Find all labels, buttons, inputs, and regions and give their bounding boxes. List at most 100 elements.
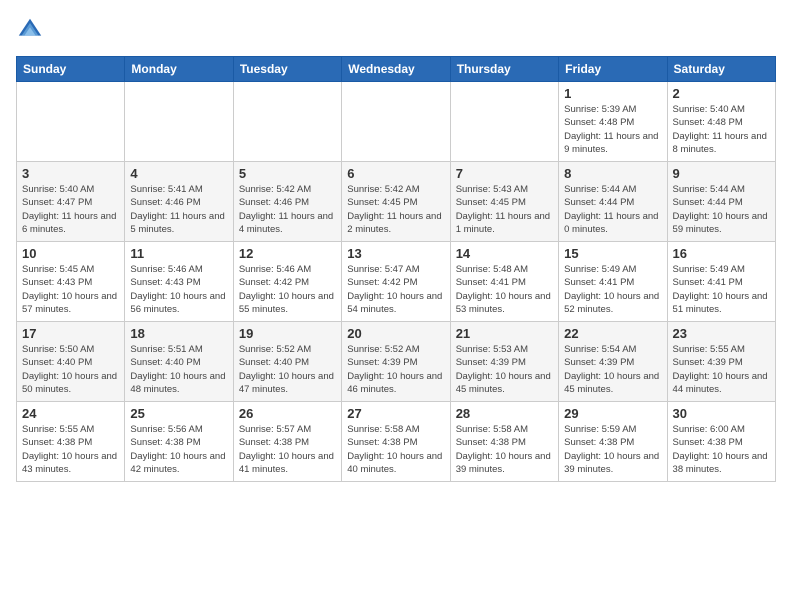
- calendar-cell: 26 Sunrise: 5:57 AM Sunset: 4:38 PM Dayli…: [233, 402, 341, 482]
- day-number: 8: [564, 166, 661, 181]
- col-header-wednesday: Wednesday: [342, 57, 450, 82]
- day-info: Sunrise: 5:49 AM Sunset: 4:41 PM Dayligh…: [564, 263, 661, 316]
- calendar-week-5: 24 Sunrise: 5:55 AM Sunset: 4:38 PM Dayli…: [17, 402, 776, 482]
- calendar-cell: 19 Sunrise: 5:52 AM Sunset: 4:40 PM Dayli…: [233, 322, 341, 402]
- col-header-monday: Monday: [125, 57, 233, 82]
- day-number: 13: [347, 246, 444, 261]
- calendar-header: SundayMondayTuesdayWednesdayThursdayFrid…: [17, 57, 776, 82]
- day-info: Sunrise: 5:39 AM Sunset: 4:48 PM Dayligh…: [564, 103, 661, 156]
- calendar-cell: 12Sunrise: 5:46 AM Sunset: 4:42 PM Dayli…: [233, 242, 341, 322]
- calendar-cell: 9Sunrise: 5:44 AM Sunset: 4:44 PM Daylig…: [667, 162, 775, 242]
- calendar-cell: 21 Sunrise: 5:53 AM Sunset: 4:39 PM Dayli…: [450, 322, 558, 402]
- day-info: Sunrise: 5:44 AM Sunset: 4:44 PM Dayligh…: [673, 183, 770, 236]
- day-info: Sunrise: 5:46 AM Sunset: 4:43 PM Dayligh…: [130, 263, 227, 316]
- col-header-tuesday: Tuesday: [233, 57, 341, 82]
- day-number: 11: [130, 246, 227, 261]
- calendar-cell: 30 Sunrise: 6:00 AM Sunset: 4:38 PM Dayli…: [667, 402, 775, 482]
- day-info: Sunrise: 6:00 AM Sunset: 4:38 PM Dayligh…: [673, 423, 770, 476]
- calendar-cell: 1 Sunrise: 5:39 AM Sunset: 4:48 PM Daylig…: [559, 82, 667, 162]
- day-number: 7: [456, 166, 553, 181]
- calendar-cell: [450, 82, 558, 162]
- day-number: 4: [130, 166, 227, 181]
- day-number: 12: [239, 246, 336, 261]
- day-info: Sunrise: 5:56 AM Sunset: 4:38 PM Dayligh…: [130, 423, 227, 476]
- day-number: 27: [347, 406, 444, 421]
- day-info: Sunrise: 5:55 AM Sunset: 4:39 PM Dayligh…: [673, 343, 770, 396]
- day-number: 19: [239, 326, 336, 341]
- calendar-body: 1 Sunrise: 5:39 AM Sunset: 4:48 PM Daylig…: [17, 82, 776, 482]
- day-number: 5: [239, 166, 336, 181]
- day-number: 16: [673, 246, 770, 261]
- day-number: 21: [456, 326, 553, 341]
- logo: [16, 16, 48, 44]
- calendar-cell: 4 Sunrise: 5:41 AM Sunset: 4:46 PM Daylig…: [125, 162, 233, 242]
- calendar-cell: 18 Sunrise: 5:51 AM Sunset: 4:40 PM Dayli…: [125, 322, 233, 402]
- day-number: 24: [22, 406, 119, 421]
- calendar-week-3: 10 Sunrise: 5:45 AM Sunset: 4:43 PM Dayli…: [17, 242, 776, 322]
- calendar-cell: 17Sunrise: 5:50 AM Sunset: 4:40 PM Dayli…: [17, 322, 125, 402]
- calendar-cell: [125, 82, 233, 162]
- header-row: SundayMondayTuesdayWednesdayThursdayFrid…: [17, 57, 776, 82]
- day-number: 6: [347, 166, 444, 181]
- day-info: Sunrise: 5:54 AM Sunset: 4:39 PM Dayligh…: [564, 343, 661, 396]
- day-info: Sunrise: 5:59 AM Sunset: 4:38 PM Dayligh…: [564, 423, 661, 476]
- day-info: Sunrise: 5:43 AM Sunset: 4:45 PM Dayligh…: [456, 183, 553, 236]
- logo-icon: [16, 16, 44, 44]
- day-number: 2: [673, 86, 770, 101]
- col-header-sunday: Sunday: [17, 57, 125, 82]
- calendar-cell: [342, 82, 450, 162]
- day-number: 10: [22, 246, 119, 261]
- calendar-cell: 2 Sunrise: 5:40 AM Sunset: 4:48 PM Daylig…: [667, 82, 775, 162]
- calendar-cell: 15 Sunrise: 5:49 AM Sunset: 4:41 PM Dayli…: [559, 242, 667, 322]
- calendar-week-2: 3Sunrise: 5:40 AM Sunset: 4:47 PM Daylig…: [17, 162, 776, 242]
- calendar-cell: 27 Sunrise: 5:58 AM Sunset: 4:38 PM Dayli…: [342, 402, 450, 482]
- day-number: 23: [673, 326, 770, 341]
- day-number: 1: [564, 86, 661, 101]
- day-number: 20: [347, 326, 444, 341]
- calendar-week-1: 1 Sunrise: 5:39 AM Sunset: 4:48 PM Daylig…: [17, 82, 776, 162]
- calendar-cell: 7 Sunrise: 5:43 AM Sunset: 4:45 PM Daylig…: [450, 162, 558, 242]
- calendar-cell: 6 Sunrise: 5:42 AM Sunset: 4:45 PM Daylig…: [342, 162, 450, 242]
- col-header-saturday: Saturday: [667, 57, 775, 82]
- day-info: Sunrise: 5:42 AM Sunset: 4:45 PM Dayligh…: [347, 183, 444, 236]
- col-header-friday: Friday: [559, 57, 667, 82]
- day-number: 25: [130, 406, 227, 421]
- calendar-week-4: 17Sunrise: 5:50 AM Sunset: 4:40 PM Dayli…: [17, 322, 776, 402]
- day-info: Sunrise: 5:52 AM Sunset: 4:40 PM Dayligh…: [239, 343, 336, 396]
- day-number: 28: [456, 406, 553, 421]
- day-number: 26: [239, 406, 336, 421]
- day-number: 18: [130, 326, 227, 341]
- calendar-cell: 16 Sunrise: 5:49 AM Sunset: 4:41 PM Dayli…: [667, 242, 775, 322]
- day-number: 29: [564, 406, 661, 421]
- day-info: Sunrise: 5:44 AM Sunset: 4:44 PM Dayligh…: [564, 183, 661, 236]
- day-number: 17: [22, 326, 119, 341]
- calendar-cell: 20 Sunrise: 5:52 AM Sunset: 4:39 PM Dayli…: [342, 322, 450, 402]
- day-info: Sunrise: 5:57 AM Sunset: 4:38 PM Dayligh…: [239, 423, 336, 476]
- day-number: 3: [22, 166, 119, 181]
- day-info: Sunrise: 5:55 AM Sunset: 4:38 PM Dayligh…: [22, 423, 119, 476]
- col-header-thursday: Thursday: [450, 57, 558, 82]
- calendar-cell: 29 Sunrise: 5:59 AM Sunset: 4:38 PM Dayli…: [559, 402, 667, 482]
- day-info: Sunrise: 5:58 AM Sunset: 4:38 PM Dayligh…: [347, 423, 444, 476]
- calendar-cell: 5 Sunrise: 5:42 AM Sunset: 4:46 PM Daylig…: [233, 162, 341, 242]
- day-info: Sunrise: 5:51 AM Sunset: 4:40 PM Dayligh…: [130, 343, 227, 396]
- day-info: Sunrise: 5:41 AM Sunset: 4:46 PM Dayligh…: [130, 183, 227, 236]
- day-number: 22: [564, 326, 661, 341]
- day-info: Sunrise: 5:42 AM Sunset: 4:46 PM Dayligh…: [239, 183, 336, 236]
- day-info: Sunrise: 5:49 AM Sunset: 4:41 PM Dayligh…: [673, 263, 770, 316]
- day-info: Sunrise: 5:48 AM Sunset: 4:41 PM Dayligh…: [456, 263, 553, 316]
- day-info: Sunrise: 5:53 AM Sunset: 4:39 PM Dayligh…: [456, 343, 553, 396]
- day-info: Sunrise: 5:45 AM Sunset: 4:43 PM Dayligh…: [22, 263, 119, 316]
- day-number: 30: [673, 406, 770, 421]
- calendar-cell: [17, 82, 125, 162]
- page-header: [16, 16, 776, 44]
- day-info: Sunrise: 5:40 AM Sunset: 4:48 PM Dayligh…: [673, 103, 770, 156]
- calendar-cell: [233, 82, 341, 162]
- calendar-cell: 10 Sunrise: 5:45 AM Sunset: 4:43 PM Dayli…: [17, 242, 125, 322]
- day-info: Sunrise: 5:52 AM Sunset: 4:39 PM Dayligh…: [347, 343, 444, 396]
- calendar-table: SundayMondayTuesdayWednesdayThursdayFrid…: [16, 56, 776, 482]
- calendar-cell: 25 Sunrise: 5:56 AM Sunset: 4:38 PM Dayli…: [125, 402, 233, 482]
- calendar-cell: 28 Sunrise: 5:58 AM Sunset: 4:38 PM Dayli…: [450, 402, 558, 482]
- day-number: 15: [564, 246, 661, 261]
- day-info: Sunrise: 5:58 AM Sunset: 4:38 PM Dayligh…: [456, 423, 553, 476]
